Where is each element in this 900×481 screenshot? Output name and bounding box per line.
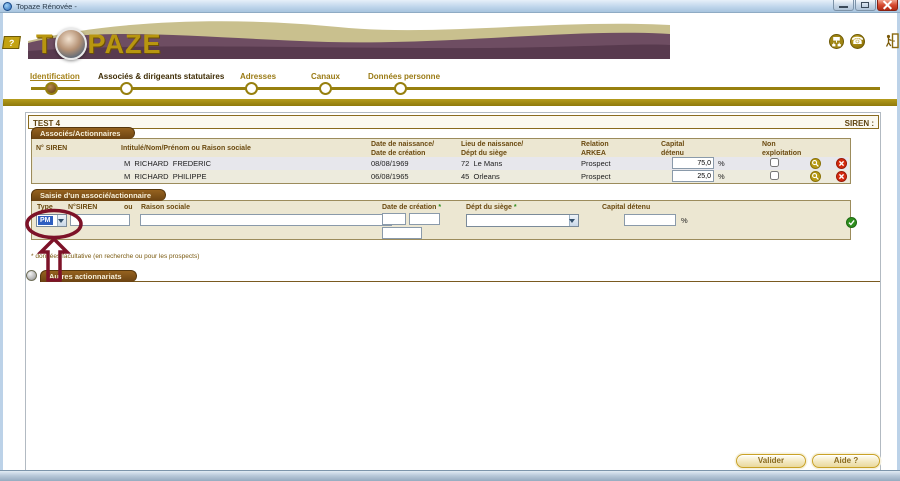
nav-step-adresses[interactable]: Adresses xyxy=(240,72,276,81)
nav-step-identification[interactable]: Identification xyxy=(30,72,80,81)
row2-birthdate: 06/08/1965 xyxy=(371,172,409,181)
label-creation-date: Date de création * xyxy=(382,204,441,213)
step-circle-5 xyxy=(394,82,407,95)
col-header-birthdate: Date de naissance/Date de création xyxy=(371,141,434,159)
siren-input[interactable] xyxy=(70,214,130,226)
logo-text-right: PAZE xyxy=(88,29,162,60)
topaze-logo: T PAZE xyxy=(36,28,162,60)
browser-favicon-icon xyxy=(3,2,12,11)
help-book-icon[interactable]: ? xyxy=(2,36,21,49)
label-raison: Raison sociale xyxy=(141,204,190,213)
row1-name: M RICHARD FREDERIC xyxy=(124,159,211,168)
entry-percent-label: % xyxy=(681,216,688,225)
browser-titlebar: Topaze Rénovée - xyxy=(0,0,900,13)
logo-avatar xyxy=(55,28,87,60)
section-tab-other[interactable]: Autres actionnariats xyxy=(40,270,137,282)
label-capital: Capital détenu xyxy=(602,204,650,213)
label-dept: Dépt du siège * xyxy=(466,204,517,213)
footnote-text: * données facultative (en recherche ou p… xyxy=(31,253,199,260)
section-divider xyxy=(40,281,880,282)
step-circle-3 xyxy=(245,82,258,95)
nav-step-donnees[interactable]: Données personne xyxy=(368,72,440,81)
window-minimize-button[interactable] xyxy=(833,0,854,11)
row1-birthplace: 72 Le Mans xyxy=(461,159,502,168)
nav-step-canaux[interactable]: Canaux xyxy=(311,72,340,81)
gold-divider-bar xyxy=(3,99,897,106)
section-tab-shareholders: Associés/Actionnaires xyxy=(31,127,135,139)
row1-nonexploitation-checkbox[interactable] xyxy=(770,158,779,167)
creation-month-input[interactable] xyxy=(409,213,440,225)
label-type: Type xyxy=(37,204,53,213)
col-header-name: Intitulé/Nom/Prénom ou Raison sociale xyxy=(121,145,251,154)
page-body: T PAZE ☎ ? Identification Associés & dir… xyxy=(0,13,900,470)
label-or: ou xyxy=(124,204,133,213)
valider-button[interactable]: Valider xyxy=(736,454,806,468)
row2-relation: Prospect xyxy=(581,172,611,181)
capital-detenu-input[interactable] xyxy=(624,214,676,226)
stepper-line xyxy=(31,87,880,90)
row1-relation: Prospect xyxy=(581,159,611,168)
exit-door-icon[interactable] xyxy=(885,32,899,50)
row2-percent-label: % xyxy=(718,172,725,181)
type-select[interactable]: PM xyxy=(36,214,67,227)
col-header-capital: Capitaldétenu xyxy=(661,141,684,159)
confirm-check-icon[interactable] xyxy=(846,217,857,228)
creation-day-input[interactable] xyxy=(382,213,406,225)
row2-birthplace: 45 Orleans xyxy=(461,172,500,181)
shareholders-box: N° SIREN Intitulé/Nom/Prénom ou Raison s… xyxy=(31,138,851,184)
entity-bar: TEST 4 SIREN : xyxy=(28,115,879,129)
window-title: Topaze Rénovée - xyxy=(16,2,77,11)
window-maximize-button[interactable] xyxy=(855,0,876,11)
row2-delete-icon[interactable] xyxy=(836,171,847,182)
step-circle-1 xyxy=(45,82,58,95)
col-header-birthplace: Lieu de naissance/Dépt du siège xyxy=(461,141,523,159)
creation-year-input[interactable] xyxy=(382,227,422,239)
phone-icon[interactable]: ☎ xyxy=(850,34,865,49)
taskbar xyxy=(0,470,900,481)
siren-label: SIREN : xyxy=(845,119,874,128)
section-tab-entry: Saisie d'un associé/actionnaire xyxy=(31,189,166,201)
row2-search-icon[interactable] xyxy=(810,171,821,182)
raison-sociale-input[interactable] xyxy=(140,214,392,226)
step-circle-2 xyxy=(120,82,133,95)
row1-delete-icon[interactable] xyxy=(836,158,847,169)
window-close-button[interactable] xyxy=(877,0,898,11)
logo-text-left: T xyxy=(36,29,54,60)
screen: Topaze Rénovée - T PAZE ☎ xyxy=(0,0,900,481)
col-header-siren: N° SIREN xyxy=(36,145,67,154)
step-circle-4 xyxy=(319,82,332,95)
dept-siege-select[interactable] xyxy=(466,214,579,227)
expand-toggle-icon[interactable] xyxy=(26,270,37,281)
nav-step-associes[interactable]: Associés & dirigeants statutaires xyxy=(98,72,224,81)
row2-capital-input[interactable] xyxy=(672,170,714,182)
entry-box: Type N°SIREN ou Raison sociale Date de c… xyxy=(31,200,851,240)
col-header-nonexploitation: Nonexploitation xyxy=(762,141,801,159)
row1-capital-input[interactable] xyxy=(672,157,714,169)
label-siren: N°SIREN xyxy=(68,204,97,213)
row2-name: M RICHARD PHILIPPE xyxy=(124,172,207,181)
row2-nonexploitation-checkbox[interactable] xyxy=(770,171,779,180)
row1-search-icon[interactable] xyxy=(810,158,821,169)
aide-button[interactable]: Aide ? xyxy=(812,454,880,468)
row1-percent-label: % xyxy=(718,159,725,168)
row1-birthdate: 08/08/1969 xyxy=(371,159,409,168)
col-header-relation: RelationARKEA xyxy=(581,141,609,159)
org-chart-icon[interactable] xyxy=(829,34,844,49)
